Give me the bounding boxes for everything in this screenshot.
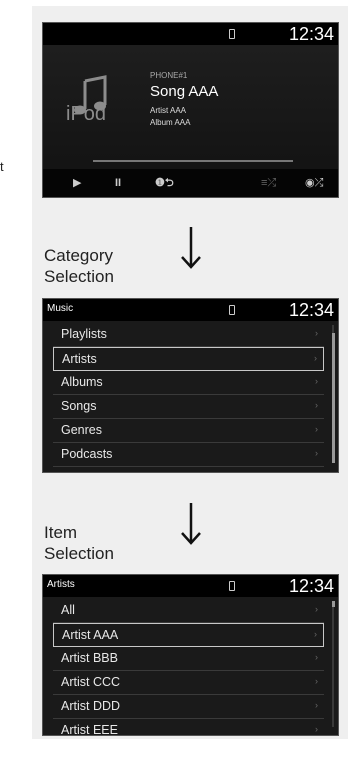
clock: 12:34 [288,576,334,596]
chevron-right-icon: › [315,424,318,434]
list-item-all[interactable]: All › [53,599,324,623]
chevron-right-icon: › [315,328,318,338]
list-item-artists[interactable]: Artists › [53,347,324,371]
chevron-right-icon: › [314,353,317,363]
list-item-label: Playlists [61,327,107,341]
category-list: Playlists › Artists › Albums › Songs › Genre… [53,323,324,467]
scrollbar-track [332,601,334,727]
control-bar: ▶ II ❶⮌ ≡⤮ ◉⤮ [43,169,338,197]
pause-icon[interactable]: II [115,176,121,190]
list-item-artist-eee[interactable]: Artist EEE › [53,719,324,736]
artist-list: All › Artist AAA › Artist BBB › Artist CCC ›… [53,599,324,736]
list-item-albums[interactable]: Albums › [53,371,324,395]
list-item-artist-bbb[interactable]: Artist BBB › [53,647,324,671]
status-bar: 12:34 [43,23,338,45]
chevron-right-icon: › [314,629,317,639]
list-item-label: All [61,603,75,617]
album-name: Album AAA [150,118,191,127]
category-selection-heading: Category Selection [44,246,114,286]
list-item-label: Artist BBB [61,651,118,665]
progress-bar[interactable] [93,160,293,162]
list-item-label: Songs [61,399,97,413]
list-item-label: Artist AAA [62,628,119,642]
list-item-label: Artists [62,352,97,366]
phone-icon [229,581,235,591]
list-item-label: Podcasts [61,447,113,461]
repeat-icon[interactable]: ❶⮌ [155,176,174,190]
artist-name: Artist AAA [150,106,187,115]
list-item-artist-ddd[interactable]: Artist DDD › [53,695,324,719]
category-screen: Music 12:34 Playlists › Artists › Albums › … [42,298,339,473]
chevron-right-icon: › [315,448,318,458]
scrollbar-thumb[interactable] [332,333,335,463]
clock: 12:34 [288,300,334,320]
chevron-right-icon: › [315,724,318,734]
screen-title: Music [47,303,74,314]
list-item-label: Artist EEE [61,723,118,736]
list-item-label: Genres [61,423,102,437]
phone-icon [229,29,235,39]
item-selection-heading: Item Selection [44,523,114,563]
chevron-right-icon: › [315,676,318,686]
list-item-label: Albums [61,375,103,389]
shuffle-icon[interactable]: ≡⤮ [261,176,276,190]
chevron-right-icon: › [315,604,318,614]
list-item-label: Artist CCC [61,675,121,689]
item-screen: Artists 12:34 All › Artist AAA › Artist BB… [42,574,339,736]
shuffle-all-icon[interactable]: ◉⤮ [305,176,323,190]
clock: 12:34 [288,24,334,44]
scrollbar-thumb[interactable] [332,601,335,607]
song-title: Song AAA [150,83,219,100]
ipod-label: iPod [66,103,107,125]
list-item-podcasts[interactable]: Podcasts › [53,443,324,467]
down-arrow-icon [181,227,201,269]
list-item-label: Artist DDD [61,699,121,713]
chevron-right-icon: › [315,400,318,410]
source-label: PHONE#1 [150,71,188,80]
list-item-playlists[interactable]: Playlists › [53,323,324,347]
list-item-songs[interactable]: Songs › [53,395,324,419]
stray-text: t [0,159,4,174]
play-icon[interactable]: ▶ [73,176,81,190]
list-item-artist-ccc[interactable]: Artist CCC › [53,671,324,695]
chevron-right-icon: › [315,700,318,710]
list-item-genres[interactable]: Genres › [53,419,324,443]
down-arrow-icon [181,503,201,545]
screen-title: Artists [47,579,75,590]
now-playing-screen: 12:34 iPod PHONE#1 Song AAA Artist AAA A… [42,22,339,198]
chevron-right-icon: › [315,376,318,386]
phone-icon [229,305,235,315]
status-bar: Artists 12:34 [43,575,338,597]
list-item-artist-aaa[interactable]: Artist AAA › [53,623,324,647]
chevron-right-icon: › [315,652,318,662]
status-bar: Music 12:34 [43,299,338,321]
